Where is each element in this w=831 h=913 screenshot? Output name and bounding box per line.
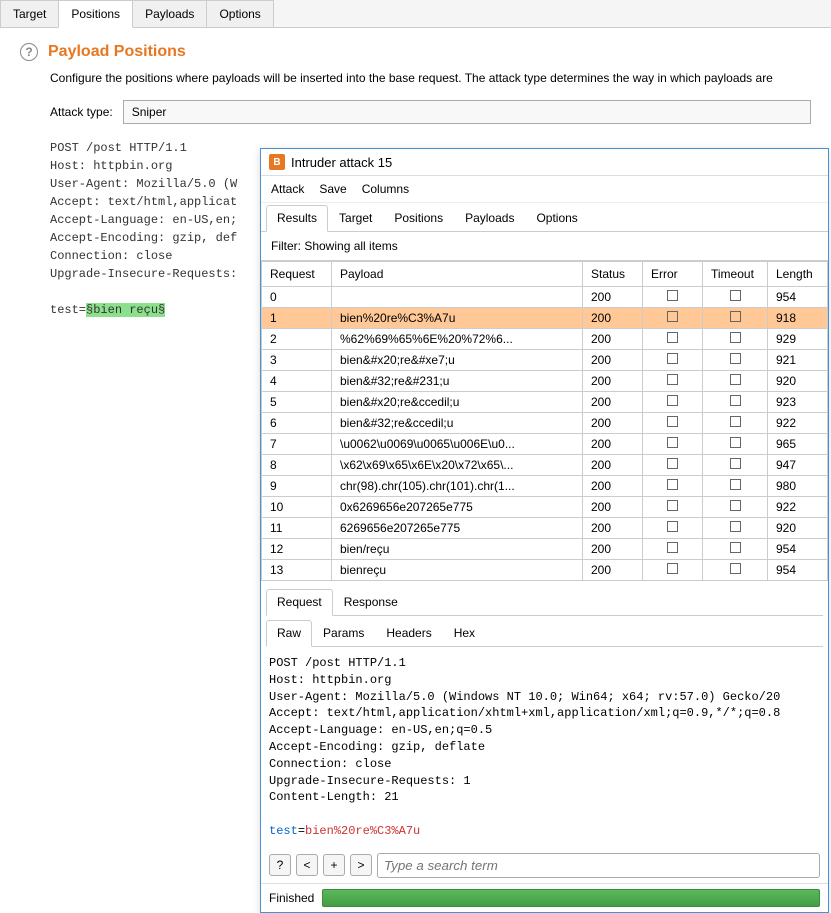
col-request[interactable]: Request [262,262,332,287]
checkbox [730,332,741,343]
table-row[interactable]: 0200954 [262,287,828,308]
table-row[interactable]: 12bien/reçu200954 [262,539,828,560]
table-row[interactable]: 2%62%69%65%6E%20%72%6...200929 [262,329,828,350]
subtab-payloads[interactable]: Payloads [454,205,525,231]
checkbox [730,416,741,427]
checkbox [667,500,678,511]
checkbox [730,458,741,469]
table-row[interactable]: 1bien%20re%C3%A7u200918 [262,308,828,329]
raw-request-view[interactable]: POST /post HTTP/1.1 Host: httpbin.org Us… [261,647,828,848]
add-button[interactable]: + [323,854,345,876]
checkbox [730,374,741,385]
dialog-titlebar[interactable]: B Intruder attack 15 [261,149,828,176]
checkbox [667,563,678,574]
checkbox [667,311,678,322]
help-icon[interactable]: ? [20,43,38,61]
checkbox [730,290,741,301]
col-timeout[interactable]: Timeout [703,262,768,287]
checkbox [730,479,741,490]
checkbox [667,479,678,490]
subtab-results[interactable]: Results [266,205,328,232]
menu-save[interactable]: Save [319,182,346,196]
checkbox [730,500,741,511]
checkbox [667,374,678,385]
table-row[interactable]: 6bien&#32;re&ccedil;u200922 [262,413,828,434]
menu-columns[interactable]: Columns [362,182,409,196]
attack-type-select[interactable]: Sniper [123,100,811,124]
dialog-tabs: ResultsTargetPositionsPayloadsOptions [261,205,828,232]
table-row[interactable]: 13bienreçu200954 [262,560,828,581]
menu-attack[interactable]: Attack [271,182,304,196]
filter-bar[interactable]: Filter: Showing all items [261,232,828,261]
tab-payloads[interactable]: Payloads [132,0,207,27]
prev-match-button[interactable]: < [296,854,318,876]
table-row[interactable]: 4bien&#32;re&#231;u200920 [262,371,828,392]
checkbox [730,395,741,406]
raw-tab-headers[interactable]: Headers [375,620,442,646]
payload-marker: §bien reçu§ [86,303,165,317]
intruder-attack-dialog: B Intruder attack 15 Attack Save Columns R… [260,148,829,913]
subtab-options[interactable]: Options [525,205,588,231]
checkbox [730,437,741,448]
table-row[interactable]: 8\x62\x69\x65\x6E\x20\x72\x65\...200947 [262,455,828,476]
table-row[interactable]: 116269656e207265e775200920 [262,518,828,539]
checkbox [730,521,741,532]
table-row[interactable]: 100x6269656e207265e775200922 [262,497,828,518]
checkbox [667,332,678,343]
main-tabs: TargetPositionsPayloadsOptions [0,0,831,28]
section-title: Payload Positions [48,43,186,61]
col-payload[interactable]: Payload [332,262,583,287]
tab-positions[interactable]: Positions [58,0,133,28]
help-icon[interactable]: ? [269,854,291,876]
section-description: Configure the positions where payloads w… [50,71,811,85]
raw-tab-params[interactable]: Params [312,620,375,646]
table-row[interactable]: 7\u0062\u0069\u0065\u006E\u0...200965 [262,434,828,455]
progress-bar [322,889,820,907]
checkbox [667,290,678,301]
checkbox [667,416,678,427]
attack-type-label: Attack type: [50,105,113,119]
results-table: RequestPayloadStatusErrorTimeoutLength 0… [261,261,828,581]
raw-tab-raw[interactable]: Raw [266,620,312,647]
checkbox [667,395,678,406]
detail-tabs: RequestResponse [266,589,823,616]
checkbox [667,353,678,364]
checkbox [667,458,678,469]
checkbox [730,542,741,553]
app-icon: B [269,154,285,170]
checkbox [667,542,678,553]
table-row[interactable]: 9chr(98).chr(105).chr(101).chr(1...20098… [262,476,828,497]
checkbox [667,437,678,448]
status-label: Finished [269,891,314,905]
detail-tab-request[interactable]: Request [266,589,333,616]
dialog-menu: Attack Save Columns [261,176,828,203]
dialog-title: Intruder attack 15 [291,155,392,170]
col-error[interactable]: Error [643,262,703,287]
col-length[interactable]: Length [768,262,828,287]
table-row[interactable]: 5bien&#x20;re&ccedil;u200923 [262,392,828,413]
checkbox [730,563,741,574]
checkbox [730,311,741,322]
tab-options[interactable]: Options [206,0,273,27]
table-row[interactable]: 3bien&#x20;re&#xe7;u200921 [262,350,828,371]
subtab-target[interactable]: Target [328,205,383,231]
col-status[interactable]: Status [583,262,643,287]
subtab-positions[interactable]: Positions [383,205,454,231]
tab-target[interactable]: Target [0,0,59,27]
detail-tab-response[interactable]: Response [333,589,409,615]
raw-tabs: RawParamsHeadersHex [266,620,823,647]
raw-tab-hex[interactable]: Hex [443,620,486,646]
checkbox [730,353,741,364]
checkbox [667,521,678,532]
next-match-button[interactable]: > [350,854,372,876]
